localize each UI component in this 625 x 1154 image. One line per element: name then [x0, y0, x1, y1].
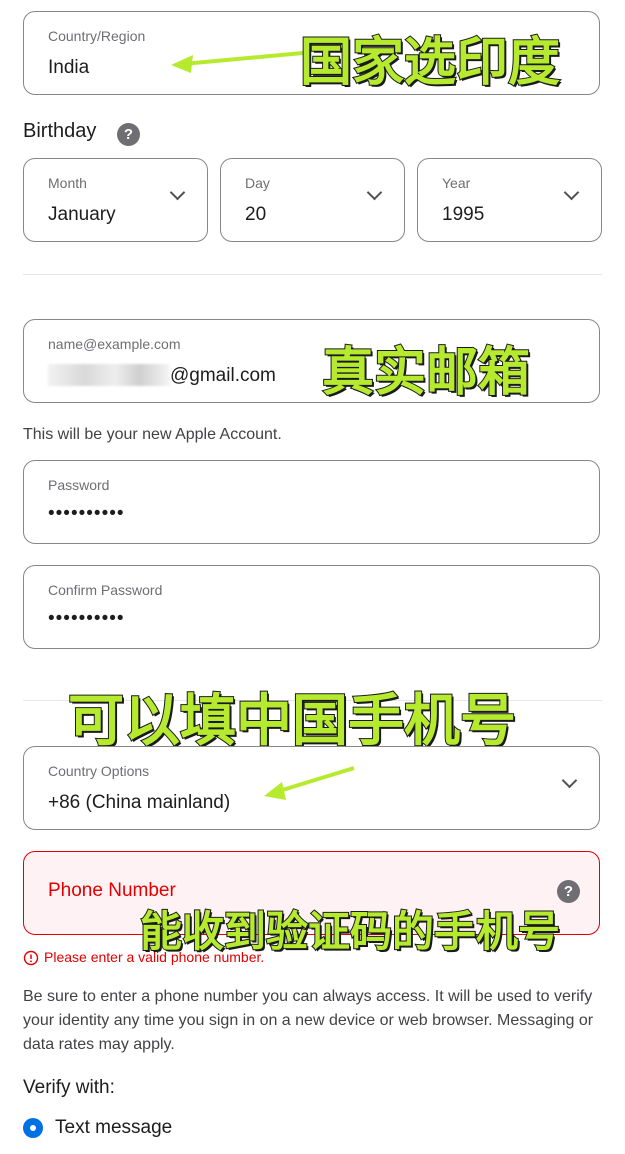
password-value: •••••••••• [48, 503, 125, 524]
password-label: Password [48, 477, 110, 493]
email-note: This will be your new Apple Account. [23, 426, 282, 443]
day-value: 20 [245, 204, 267, 225]
day-label: Day [245, 175, 270, 191]
annotation-email: 真实邮箱 [321, 342, 531, 404]
year-value: 1995 [442, 204, 485, 225]
password-field[interactable]: Password •••••••••• [23, 460, 600, 544]
chevron-down-icon [563, 184, 580, 201]
day-select[interactable]: Day 20 [220, 158, 405, 242]
text-message-label[interactable]: Text message [55, 1117, 172, 1139]
email-placeholder-label: name@example.com [48, 336, 181, 352]
chevron-down-icon [366, 184, 383, 201]
month-label: Month [48, 175, 87, 191]
country-region-label: Country/Region [48, 28, 146, 44]
chevron-down-icon [169, 184, 186, 201]
text-message-radio[interactable] [23, 1118, 43, 1138]
confirm-password-value: •••••••••• [48, 608, 125, 629]
section-divider [23, 274, 602, 275]
confirm-password-label: Confirm Password [48, 582, 163, 598]
phone-error-message: Please enter a valid phone number. [44, 949, 265, 965]
birthday-heading: Birthday [23, 120, 97, 142]
phone-info-text: Be sure to enter a phone number you can … [23, 988, 594, 1053]
birthday-help-icon[interactable]: ? [117, 123, 140, 146]
country-options-value: +86 (China mainland) [48, 792, 231, 813]
month-select[interactable]: Month January [23, 158, 208, 242]
confirm-password-field[interactable]: Confirm Password •••••••••• [23, 565, 600, 649]
month-value: January [48, 204, 116, 225]
year-select[interactable]: Year 1995 [417, 158, 602, 242]
annotation-arrow-country [171, 51, 304, 73]
annotation-country: 国家选印度 [299, 32, 561, 94]
country-region-value: India [48, 57, 90, 78]
annotation-china-phone: 可以填中国手机号 [67, 688, 517, 755]
email-redaction [48, 364, 170, 386]
year-label: Year [442, 175, 471, 191]
verify-heading: Verify with: [23, 1077, 115, 1098]
phone-help-icon[interactable]: ? [557, 880, 580, 903]
country-options-label: Country Options [48, 763, 150, 779]
chevron-down-icon [561, 772, 578, 789]
annotation-arrow-phone-code [264, 766, 355, 800]
error-icon [23, 950, 39, 966]
radio-dot [30, 1125, 36, 1131]
email-value: @gmail.com [170, 365, 276, 386]
